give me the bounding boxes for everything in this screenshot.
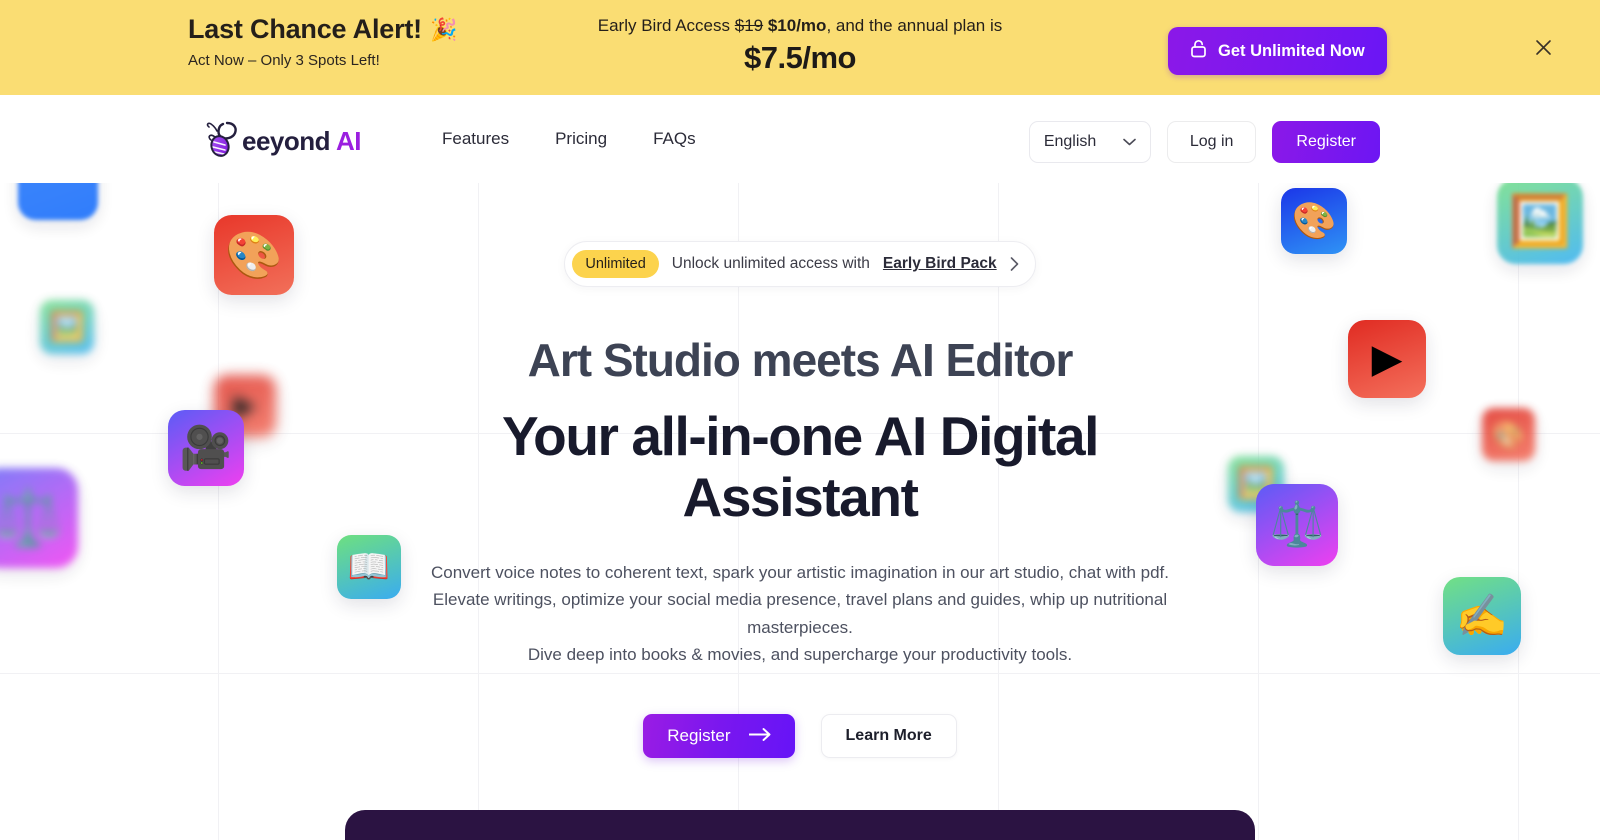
unlimited-badge: Unlimited xyxy=(572,250,659,278)
main-navigation: eeyond AI Features Pricing FAQs English L… xyxy=(0,95,1600,183)
register-button-hero[interactable]: Register xyxy=(643,713,795,758)
logo-ai: AI xyxy=(336,126,362,156)
hero-paragraph: Convert voice notes to coherent text, sp… xyxy=(400,559,1200,669)
arrow-right-icon xyxy=(748,726,771,746)
hero-heading: Your all-in-one AI Digital Assistant xyxy=(501,404,1100,529)
site-logo[interactable]: eeyond AI xyxy=(203,117,362,166)
learn-more-button[interactable]: Learn More xyxy=(820,713,957,758)
logo-word: eeyond xyxy=(242,126,331,156)
pill-text: Unlock unlimited access with xyxy=(671,255,870,272)
login-button[interactable]: Log in xyxy=(1166,121,1257,163)
promo-title-text: Last Chance Alert! xyxy=(188,14,422,44)
promo-pill-wrapper: Unlimited Unlock unlimited access with E… xyxy=(0,241,1600,287)
logo-text: eeyond AI xyxy=(242,126,362,157)
nav-actions: English Log in Register xyxy=(1028,121,1380,163)
promo-old-price: $19 xyxy=(734,16,764,35)
hero-content: Unlimited Unlock unlimited access with E… xyxy=(0,241,1600,758)
early-bird-pack-link[interactable]: Early Bird Pack xyxy=(883,255,997,273)
get-unlimited-now-label: Get Unlimited Now xyxy=(1218,41,1365,60)
unlock-icon xyxy=(1190,39,1207,63)
hero-section: 🎨 🖼️ ▶ 🎥 ⚖️ 📖 🎨 🖼️ ▶ 🎨 🖼️ ⚖️ ✍️ Unlimited Unlock unl… xyxy=(0,183,1600,840)
get-unlimited-now-button[interactable]: Get Unlimited Now xyxy=(1168,27,1387,75)
nav-link-pricing[interactable]: Pricing xyxy=(553,125,609,153)
promo-title: Last Chance Alert! 🎉 xyxy=(188,14,457,45)
blue-app-icon xyxy=(18,183,98,220)
chevron-right-icon xyxy=(1010,257,1019,271)
picture-icon-2-glyph: 🖼️ xyxy=(1508,193,1572,249)
bottom-dark-panel xyxy=(345,810,1255,840)
art-palette-icon-2-glyph: 🎨 xyxy=(1291,200,1337,241)
hero-paragraph-line-3: Dive deep into books & movies, and super… xyxy=(527,645,1073,665)
hero-paragraph-line-1: Convert voice notes to coherent text, sp… xyxy=(431,562,1169,582)
nav-link-features[interactable]: Features xyxy=(440,125,511,153)
early-bird-pill[interactable]: Unlimited Unlock unlimited access with E… xyxy=(564,241,1036,287)
language-selector[interactable]: English xyxy=(1028,121,1151,163)
hero-paragraph-line-2: Elevate writings, optimize your social m… xyxy=(432,590,1168,637)
party-popper-icon: 🎉 xyxy=(429,16,458,42)
nav-links: Features Pricing FAQs xyxy=(440,125,698,153)
promo-left-text: Last Chance Alert! 🎉 Act Now – Only 3 Sp… xyxy=(188,14,457,69)
promo-new-price: $10/mo xyxy=(763,16,827,35)
promo-offer-suffix: , and the annual plan is xyxy=(826,16,1003,35)
promo-banner: Last Chance Alert! 🎉 Act Now – Only 3 Sp… xyxy=(0,0,1600,95)
promo-subtitle: Act Now – Only 3 Spots Left! xyxy=(188,52,380,70)
chevron-down-icon xyxy=(1123,133,1136,151)
language-selector-value: English xyxy=(1043,133,1097,150)
hero-subheading: Art Studio meets AI Editor xyxy=(527,334,1074,386)
register-button-nav[interactable]: Register xyxy=(1272,121,1380,163)
promo-offer-prefix: Early Bird Access xyxy=(597,16,735,35)
nav-link-faqs[interactable]: FAQs xyxy=(651,125,698,153)
close-icon[interactable] xyxy=(1531,35,1555,59)
landing-page: Last Chance Alert! 🎉 Act Now – Only 3 Sp… xyxy=(0,0,1600,840)
hero-actions: Register Learn More xyxy=(0,713,1600,758)
register-button-label: Register xyxy=(667,725,731,745)
